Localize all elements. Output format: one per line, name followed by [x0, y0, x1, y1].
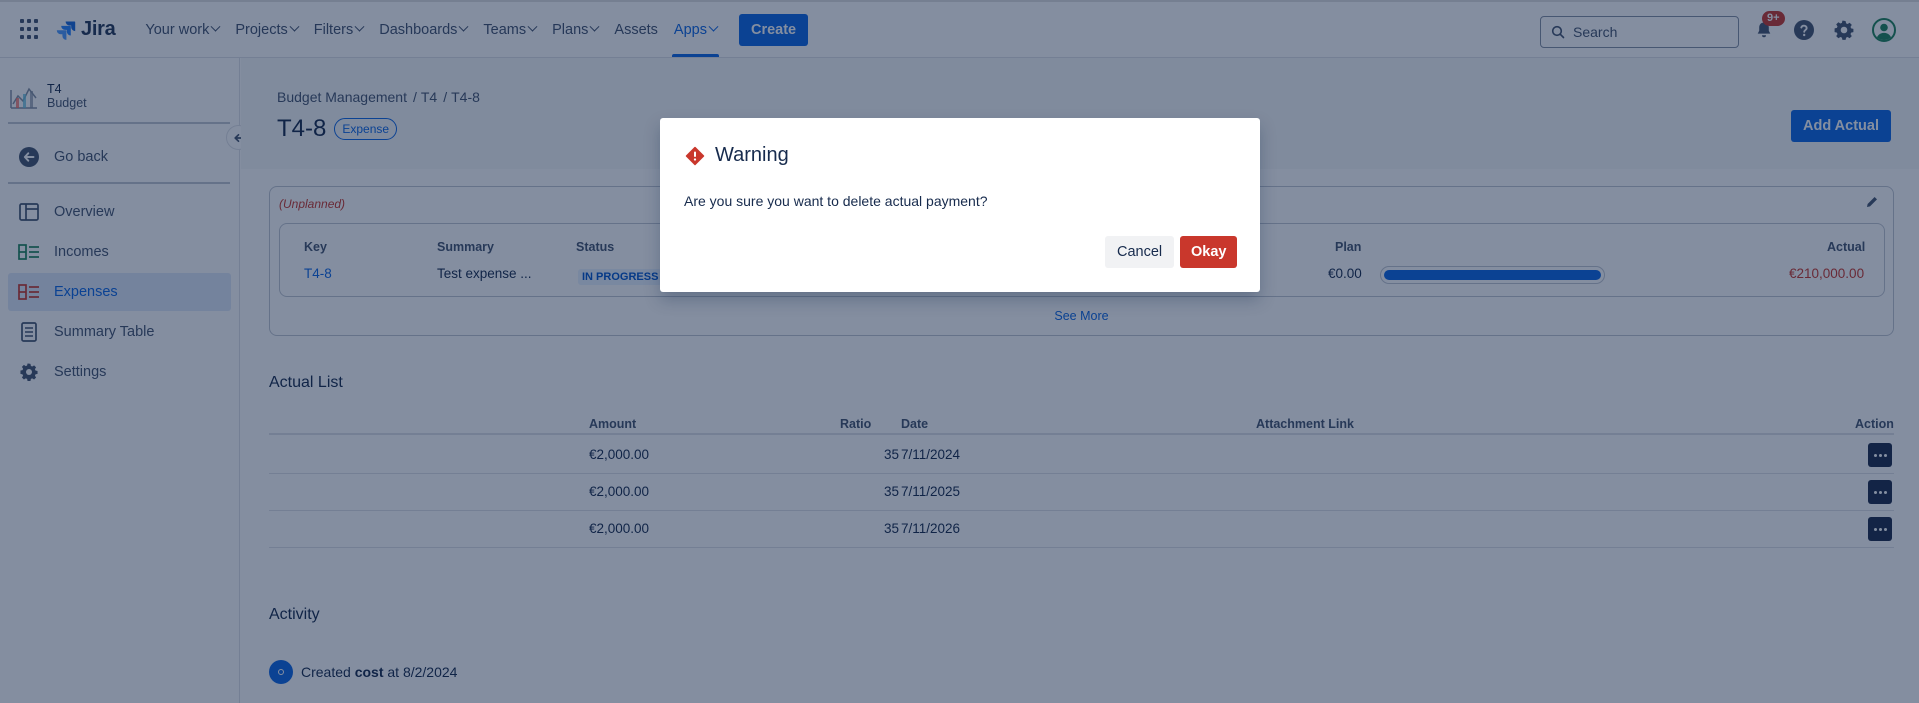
warning-dialog: Warning Are you sure you want to delete … [660, 118, 1260, 292]
dialog-title: Warning [685, 144, 789, 167]
cancel-button[interactable]: Cancel [1105, 236, 1175, 268]
okay-button[interactable]: Okay [1180, 236, 1238, 268]
modal-backdrop[interactable] [0, 0, 1919, 703]
dialog-message: Are you sure you want to delete actual p… [684, 193, 988, 209]
dialog-title-text: Warning [715, 144, 789, 166]
warning-icon [685, 146, 705, 165]
